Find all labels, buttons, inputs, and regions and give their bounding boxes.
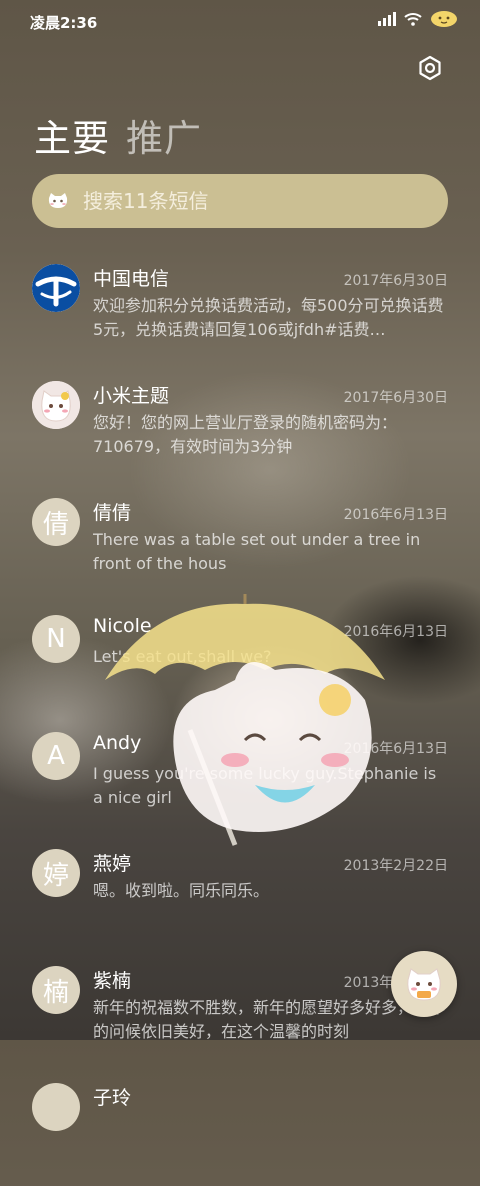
settings-button[interactable] — [416, 54, 444, 82]
status-icons — [378, 10, 458, 28]
message-preview: Let's eat out,shall we? — [93, 647, 272, 666]
china-telecom-logo-icon — [32, 264, 80, 312]
message-date: 2016年6月13日 — [343, 507, 448, 523]
conversation-list: 中国电信 2017年6月30日 欢迎参加积分兑换话费活动，每500分可兑换话费5… — [0, 250, 480, 1186]
message-preview: 新年的祝福数不胜数，新年的愿望好多好多，新年的问候依旧美好，在这个温馨的时刻 — [93, 998, 446, 1041]
contact-name: 小米主题 — [93, 385, 170, 407]
signal-icon — [378, 12, 396, 26]
battery-mascot-icon — [430, 10, 458, 28]
conversation-row[interactable]: 婷 燕婷 2013年2月22日 嗯。收到啦。同乐同乐。 — [0, 835, 480, 952]
cat-sticker-icon — [32, 381, 80, 429]
tab-primary[interactable]: 主要 — [34, 108, 110, 162]
avatar — [32, 1083, 80, 1131]
tab-bar: 主要 推广 — [34, 108, 202, 162]
avatar: A — [32, 732, 80, 780]
contact-name: 倩倩 — [93, 502, 132, 524]
conversation-row[interactable]: A Andy 2016年6月13日 I guess you're some lu… — [0, 718, 480, 835]
contact-name: Nicole — [93, 615, 152, 637]
message-preview: 欢迎参加积分兑换话费活动，每500分可兑换话费5元，兑换话费请回复106或jfd… — [93, 296, 444, 339]
wifi-icon — [404, 12, 422, 26]
search-input[interactable] — [81, 188, 415, 214]
contact-name: Andy — [93, 732, 142, 754]
message-preview: 嗯。收到啦。同乐同乐。 — [93, 881, 270, 900]
message-date: 2013年2月22日 — [343, 858, 448, 874]
conversation-row[interactable]: 倩 倩倩 2016年6月13日 There was a table set ou… — [0, 484, 480, 601]
status-time: 凌晨2:36 — [30, 14, 98, 32]
avatar: N — [32, 615, 80, 663]
message-date: 2017年6月30日 — [343, 390, 448, 406]
message-date: 2016年6月13日 — [343, 741, 448, 757]
conversation-row[interactable]: 中国电信 2017年6月30日 欢迎参加积分兑换话费活动，每500分可兑换话费5… — [0, 250, 480, 367]
avatar: 倩 — [32, 498, 80, 546]
avatar: 婷 — [32, 849, 80, 897]
contact-name: 中国电信 — [93, 268, 170, 290]
conversation-row[interactable]: 子玲 — [0, 1069, 480, 1186]
gear-icon — [419, 55, 441, 81]
conversation-row[interactable]: N Nicole 2016年6月13日 Let's eat out,shall … — [0, 601, 480, 718]
message-preview: 您好！您的网上营业厅登录的随机密码为：710679，有效时间为3分钟 — [93, 413, 398, 456]
conversation-row[interactable]: 小米主题 2017年6月30日 您好！您的网上营业厅登录的随机密码为：71067… — [0, 367, 480, 484]
message-preview: There was a table set out under a tree i… — [93, 530, 421, 573]
compose-button[interactable] — [391, 951, 457, 1017]
cat-face-icon — [48, 193, 68, 208]
avatar — [32, 381, 80, 429]
contact-name: 燕婷 — [93, 853, 132, 875]
avatar: 楠 — [32, 966, 80, 1014]
message-date: 2017年6月30日 — [343, 273, 448, 289]
search-bar[interactable] — [32, 174, 448, 228]
message-preview: I guess you're some lucky guy.Stephanie … — [93, 764, 437, 807]
avatar — [32, 264, 80, 312]
contact-name: 子玲 — [93, 1087, 132, 1109]
tab-promotions[interactable]: 推广 — [126, 108, 202, 162]
status-bar: 凌晨2:36 — [0, 0, 480, 42]
compose-cat-icon — [407, 968, 441, 1001]
contact-name: 紫楠 — [93, 970, 132, 992]
message-date: 2016年6月13日 — [343, 624, 448, 640]
